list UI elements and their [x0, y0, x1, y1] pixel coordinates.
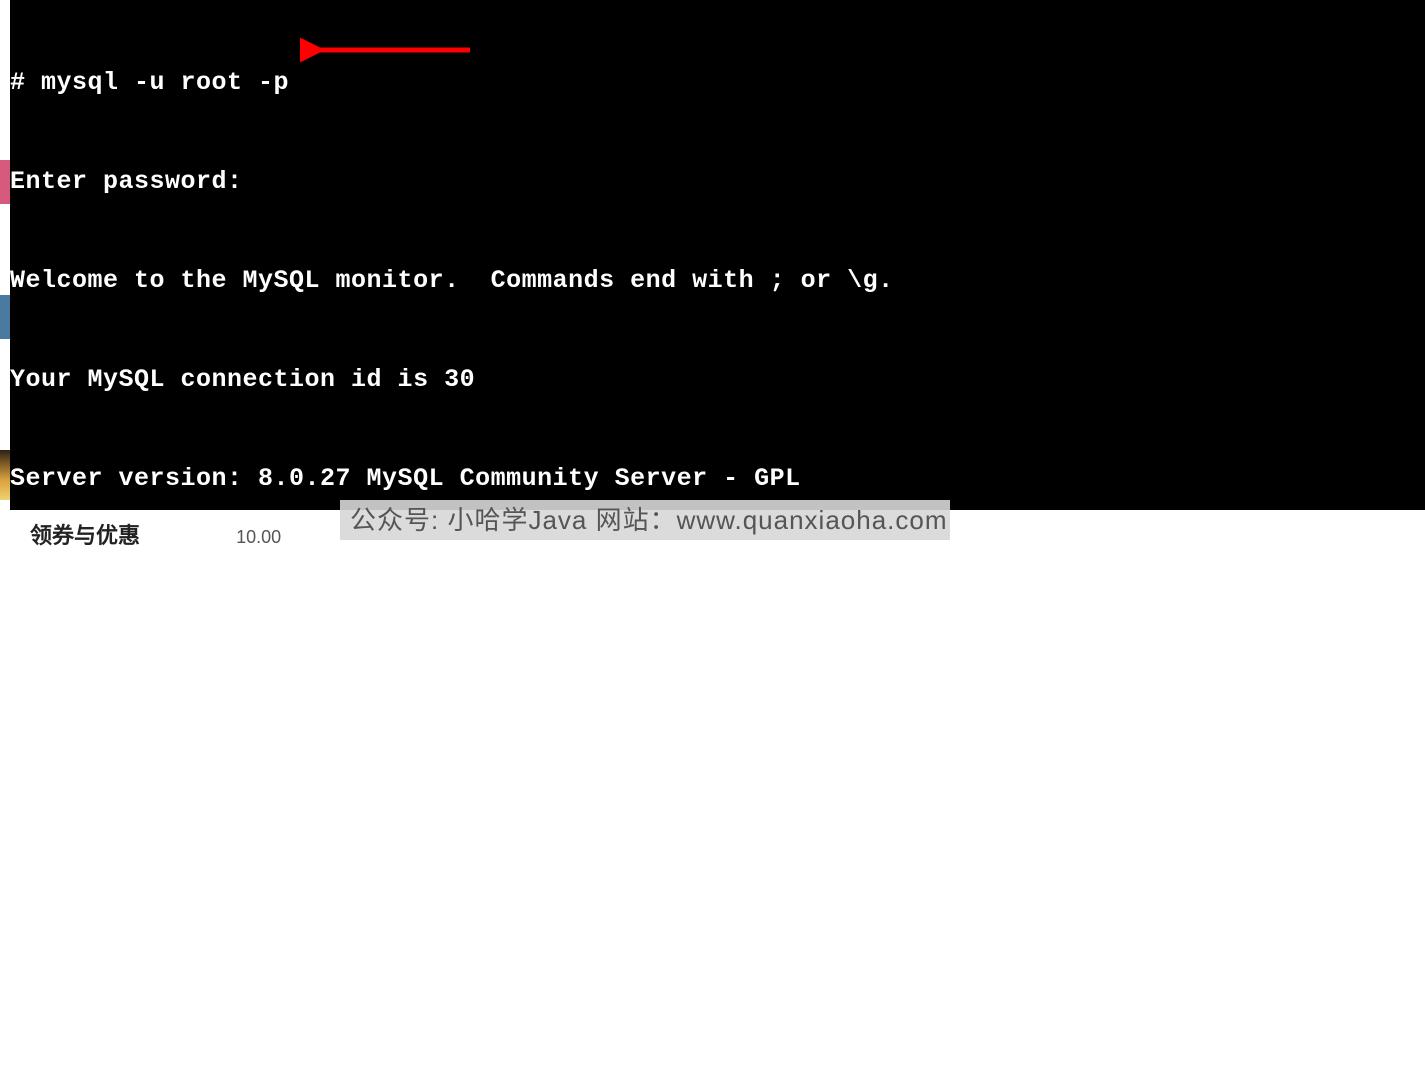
terminal-line: Welcome to the MySQL monitor. Commands e…: [10, 264, 1425, 297]
terminal-line: Your MySQL connection id is 30: [10, 363, 1425, 396]
left-color-strip: [0, 0, 10, 510]
side-marker-gold: [0, 450, 10, 500]
terminal-line: owners.: [10, 990, 1425, 1023]
terminal-line: Server version: 8.0.27 MySQL Community S…: [10, 462, 1425, 495]
terminal-line: # mysql -u root -p: [10, 66, 1425, 99]
side-marker-pink: [0, 160, 10, 204]
terminal-window[interactable]: # mysql -u root -p Enter password: Welco…: [10, 0, 1425, 510]
page-fragment-below: 领券与优惠 10.00: [30, 518, 281, 550]
terminal-line: Copyright (c) 2000, 2021, Oracle and/or …: [10, 627, 1425, 660]
below-time: 10.00: [236, 527, 281, 547]
terminal-line: Enter password:: [10, 165, 1425, 198]
below-text: 领券与优惠: [30, 523, 140, 548]
watermark-label: 公众号: 小哈学Java 网站：www.quanxiaoha.com: [340, 500, 950, 540]
terminal-line: Oracle is a registered trademark of Orac…: [10, 792, 1425, 825]
terminal-line: affiliates. Other names may be trademark…: [10, 891, 1425, 924]
side-marker-blue: [0, 295, 10, 339]
